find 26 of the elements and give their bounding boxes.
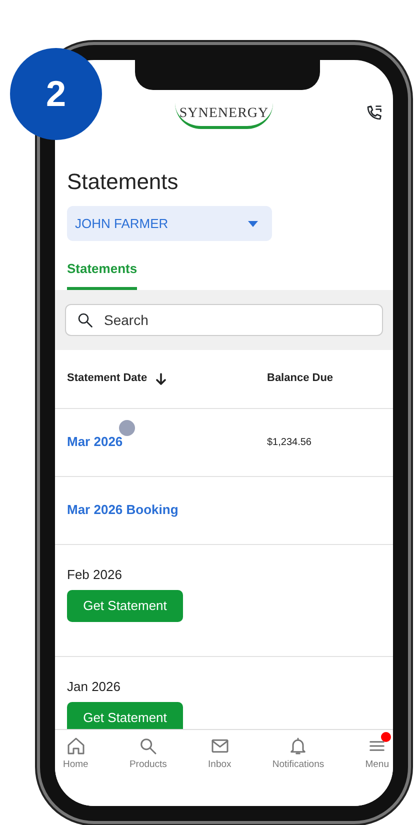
nav-item[interactable]: Inbox: [208, 736, 232, 806]
home-icon: [66, 736, 86, 756]
nav-item[interactable]: Home: [63, 736, 88, 806]
search-icon: [76, 310, 94, 328]
touch-indicator-icon: [119, 420, 135, 436]
statement-link[interactable]: Mar 2026: [67, 434, 123, 449]
search-field[interactable]: Search: [65, 304, 383, 336]
logo: SYNENERGY: [175, 103, 273, 129]
account-dropdown[interactable]: JOHN FARMER: [67, 206, 272, 241]
nav-item[interactable]: Notifications: [272, 736, 324, 806]
caret-icon: [248, 220, 258, 226]
bell-icon: [288, 736, 308, 756]
nav-item[interactable]: Products: [129, 736, 167, 806]
statement-date: Jan 2026: [67, 678, 122, 696]
get-statement-button[interactable]: Get Statement: [67, 590, 183, 622]
page-title: Statements: [67, 168, 180, 196]
search-icon: [138, 736, 158, 756]
column-header[interactable]: Balance Due: [267, 372, 334, 384]
get-statement-button[interactable]: Get Statement: [67, 702, 183, 729]
balance-amount: $1,234.56: [267, 436, 312, 450]
nav-item[interactable]: Menu: [365, 736, 389, 806]
statement-link[interactable]: Mar 2026 Booking: [67, 502, 178, 517]
arrow-down-icon: [155, 372, 168, 384]
column-header[interactable]: Statement Date: [67, 370, 148, 387]
step-number-badge: 2: [10, 48, 102, 140]
statement-date: Feb 2026: [67, 566, 123, 584]
